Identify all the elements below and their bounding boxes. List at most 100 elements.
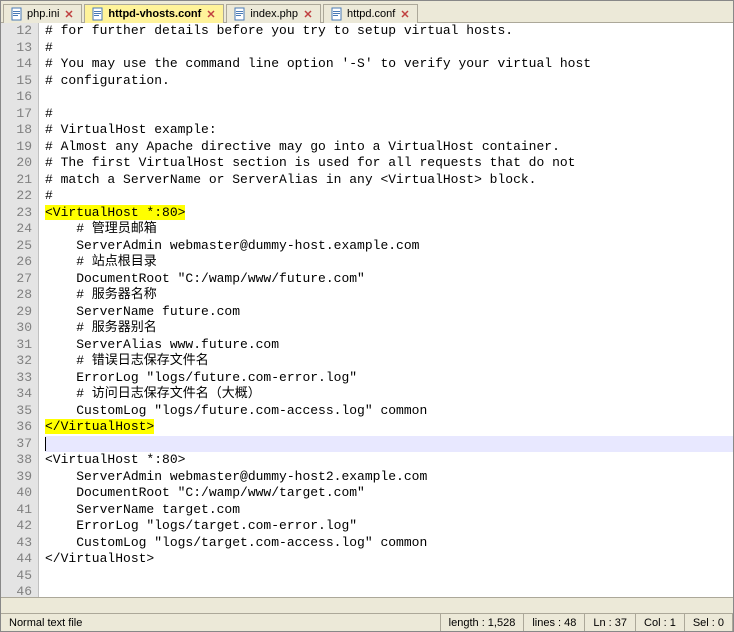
code-line[interactable]: # The first VirtualHost section is used … bbox=[45, 155, 733, 172]
code-line[interactable]: # Almost any Apache directive may go int… bbox=[45, 139, 733, 156]
status-col: Col : 1 bbox=[636, 614, 685, 631]
highlighted-text: </VirtualHost> bbox=[45, 419, 154, 434]
tab-label: httpd-vhosts.conf bbox=[108, 8, 201, 20]
code-line[interactable]: # bbox=[45, 188, 733, 205]
code-line[interactable]: CustomLog "logs/future.com-access.log" c… bbox=[45, 403, 733, 420]
editor-area[interactable]: 1213141516171819202122232425262728293031… bbox=[1, 23, 733, 597]
code-line[interactable]: ServerAdmin webmaster@dummy-host.example… bbox=[45, 238, 733, 255]
line-number: 16 bbox=[9, 89, 32, 106]
line-number: 34 bbox=[9, 386, 32, 403]
code-line[interactable]: ServerAdmin webmaster@dummy-host2.exampl… bbox=[45, 469, 733, 486]
code-line[interactable]: # configuration. bbox=[45, 73, 733, 90]
code-line[interactable]: # match a ServerName or ServerAlias in a… bbox=[45, 172, 733, 189]
line-number: 28 bbox=[9, 287, 32, 304]
status-ln: Ln : 37 bbox=[585, 614, 636, 631]
code-line[interactable]: # 服务器名称 bbox=[45, 287, 733, 304]
line-number: 18 bbox=[9, 122, 32, 139]
status-filetype: Normal text file bbox=[1, 614, 441, 631]
line-number: 22 bbox=[9, 188, 32, 205]
code-line[interactable]: # You may use the command line option '-… bbox=[45, 56, 733, 73]
text-cursor bbox=[45, 437, 46, 451]
line-number: 42 bbox=[9, 518, 32, 535]
tab-label: index.php bbox=[250, 8, 298, 20]
line-number: 45 bbox=[9, 568, 32, 585]
line-number: 31 bbox=[9, 337, 32, 354]
code-area[interactable]: # for further details before you try to … bbox=[39, 23, 733, 597]
tab-httpd-vhosts-conf[interactable]: httpd-vhosts.conf bbox=[84, 4, 224, 23]
line-number: 39 bbox=[9, 469, 32, 486]
code-line[interactable] bbox=[45, 568, 733, 585]
status-sel: Sel : 0 bbox=[685, 614, 733, 631]
line-number: 38 bbox=[9, 452, 32, 469]
line-number: 19 bbox=[9, 139, 32, 156]
line-number: 14 bbox=[9, 56, 32, 73]
code-line[interactable]: CustomLog "logs/target.com-access.log" c… bbox=[45, 535, 733, 552]
line-number: 33 bbox=[9, 370, 32, 387]
line-number: 41 bbox=[9, 502, 32, 519]
tab-httpd-conf[interactable]: httpd.conf bbox=[323, 4, 418, 23]
close-icon[interactable] bbox=[399, 8, 411, 20]
file-icon bbox=[10, 7, 24, 21]
line-number: 29 bbox=[9, 304, 32, 321]
line-number: 43 bbox=[9, 535, 32, 552]
line-number-gutter: 1213141516171819202122232425262728293031… bbox=[1, 23, 39, 597]
code-line[interactable]: ErrorLog "logs/target.com-error.log" bbox=[45, 518, 733, 535]
line-number: 30 bbox=[9, 320, 32, 337]
code-line[interactable]: # 访问日志保存文件名（大概） bbox=[45, 386, 733, 403]
line-number: 23 bbox=[9, 205, 32, 222]
code-line[interactable]: ServerAlias www.future.com bbox=[45, 337, 733, 354]
tab-bar: php.ini httpd-vhosts.conf index.php httpd.c… bbox=[1, 1, 733, 23]
close-icon[interactable] bbox=[302, 8, 314, 20]
line-number: 46 bbox=[9, 584, 32, 597]
code-line[interactable]: # VirtualHost example: bbox=[45, 122, 733, 139]
line-number: 25 bbox=[9, 238, 32, 255]
close-icon[interactable] bbox=[205, 8, 217, 20]
code-line[interactable]: # bbox=[45, 40, 733, 57]
horizontal-scrollbar[interactable] bbox=[1, 597, 733, 613]
file-icon bbox=[91, 7, 105, 21]
status-bar: Normal text file length : 1,528 lines : … bbox=[1, 613, 733, 631]
tab-index-php[interactable]: index.php bbox=[226, 4, 321, 23]
code-line[interactable]: ServerName target.com bbox=[45, 502, 733, 519]
line-number: 21 bbox=[9, 172, 32, 189]
status-length: length : 1,528 bbox=[441, 614, 525, 631]
code-line[interactable] bbox=[45, 89, 733, 106]
code-line[interactable]: ServerName future.com bbox=[45, 304, 733, 321]
line-number: 24 bbox=[9, 221, 32, 238]
code-line[interactable]: </VirtualHost> bbox=[45, 419, 733, 436]
tab-label: httpd.conf bbox=[347, 8, 395, 20]
line-number: 36 bbox=[9, 419, 32, 436]
tab-php-ini[interactable]: php.ini bbox=[3, 4, 82, 23]
code-line[interactable]: DocumentRoot "C:/wamp/www/target.com" bbox=[45, 485, 733, 502]
line-number: 15 bbox=[9, 73, 32, 90]
code-line[interactable]: # 服务器别名 bbox=[45, 320, 733, 337]
code-line[interactable] bbox=[45, 436, 733, 453]
close-icon[interactable] bbox=[63, 8, 75, 20]
line-number: 12 bbox=[9, 23, 32, 40]
code-line[interactable] bbox=[45, 584, 733, 597]
line-number: 40 bbox=[9, 485, 32, 502]
tab-label: php.ini bbox=[27, 8, 59, 20]
code-line[interactable]: # for further details before you try to … bbox=[45, 23, 733, 40]
code-line[interactable]: <VirtualHost *:80> bbox=[45, 205, 733, 222]
file-icon bbox=[330, 7, 344, 21]
line-number: 32 bbox=[9, 353, 32, 370]
code-line[interactable]: # 管理员邮箱 bbox=[45, 221, 733, 238]
line-number: 44 bbox=[9, 551, 32, 568]
code-line[interactable]: <VirtualHost *:80> bbox=[45, 452, 733, 469]
line-number: 17 bbox=[9, 106, 32, 123]
code-line[interactable]: ErrorLog "logs/future.com-error.log" bbox=[45, 370, 733, 387]
code-line[interactable]: # bbox=[45, 106, 733, 123]
file-icon bbox=[233, 7, 247, 21]
line-number: 37 bbox=[9, 436, 32, 453]
line-number: 27 bbox=[9, 271, 32, 288]
code-line[interactable]: DocumentRoot "C:/wamp/www/future.com" bbox=[45, 271, 733, 288]
code-line[interactable]: # 站点根目录 bbox=[45, 254, 733, 271]
line-number: 13 bbox=[9, 40, 32, 57]
line-number: 26 bbox=[9, 254, 32, 271]
code-line[interactable]: </VirtualHost> bbox=[45, 551, 733, 568]
code-line[interactable]: # 错误日志保存文件名 bbox=[45, 353, 733, 370]
highlighted-text: <VirtualHost *:80> bbox=[45, 205, 185, 220]
line-number: 20 bbox=[9, 155, 32, 172]
line-number: 35 bbox=[9, 403, 32, 420]
